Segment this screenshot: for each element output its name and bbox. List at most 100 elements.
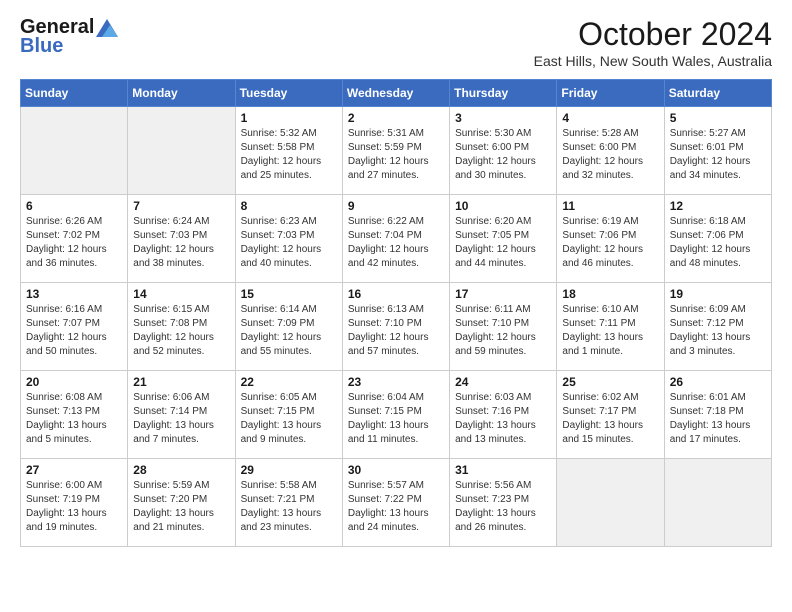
day-number: 1 xyxy=(241,111,337,125)
calendar-cell: 24 Sunrise: 6:03 AM Sunset: 7:16 PM Dayli… xyxy=(450,371,557,459)
day-info: Sunrise: 6:14 AM Sunset: 7:09 PM Dayligh… xyxy=(241,303,337,359)
day-number: 27 xyxy=(26,463,122,477)
calendar-cell: 9 Sunrise: 6:22 AM Sunset: 7:04 PM Daylig… xyxy=(342,195,449,283)
day-info: Sunrise: 6:03 AM Sunset: 7:16 PM Dayligh… xyxy=(455,391,551,447)
day-info: Sunrise: 6:11 AM Sunset: 7:10 PM Dayligh… xyxy=(455,303,551,359)
day-number: 29 xyxy=(241,463,337,477)
day-number: 31 xyxy=(455,463,551,477)
calendar-cell: 6 Sunrise: 6:26 AM Sunset: 7:02 PM Daylig… xyxy=(21,195,128,283)
calendar-cell: 21Sunrise: 6:06 AM Sunset: 7:14 PM Dayli… xyxy=(128,371,235,459)
day-number: 23 xyxy=(348,375,444,389)
day-number: 25 xyxy=(562,375,658,389)
calendar-cell: 13 Sunrise: 6:16 AM Sunset: 7:07 PM Dayli… xyxy=(21,283,128,371)
day-header-thursday: Thursday xyxy=(450,80,557,107)
day-number: 6 xyxy=(26,199,122,213)
day-number: 12 xyxy=(670,199,766,213)
day-number: 28 xyxy=(133,463,229,477)
day-info: Sunrise: 6:16 AM Sunset: 7:07 PM Dayligh… xyxy=(26,303,122,359)
calendar-cell: 2 Sunrise: 5:31 AM Sunset: 5:59 PM Daylig… xyxy=(342,107,449,195)
day-info: Sunrise: 6:05 AM Sunset: 7:15 PM Dayligh… xyxy=(241,391,337,447)
logo-icon xyxy=(96,19,118,37)
calendar-cell: 4 Sunrise: 5:28 AM Sunset: 6:00 PM Daylig… xyxy=(557,107,664,195)
month-title: October 2024 xyxy=(534,16,772,53)
day-info: Sunrise: 6:22 AM Sunset: 7:04 PM Dayligh… xyxy=(348,215,444,271)
calendar-cell xyxy=(21,107,128,195)
day-number: 22 xyxy=(241,375,337,389)
calendar-cell: 31Sunrise: 5:56 AM Sunset: 7:23 PM Dayli… xyxy=(450,459,557,547)
day-info: Sunrise: 5:30 AM Sunset: 6:00 PM Dayligh… xyxy=(455,127,551,183)
page-header: General Blue October 2024 East Hills, Ne… xyxy=(20,16,772,69)
calendar-cell: 7 Sunrise: 6:24 AM Sunset: 7:03 PM Daylig… xyxy=(128,195,235,283)
day-info: Sunrise: 5:59 AM Sunset: 7:20 PM Dayligh… xyxy=(133,479,229,535)
day-number: 9 xyxy=(348,199,444,213)
logo: General Blue xyxy=(20,16,118,58)
calendar-cell: 20 Sunrise: 6:08 AM Sunset: 7:13 PM Dayli… xyxy=(21,371,128,459)
day-header-friday: Friday xyxy=(557,80,664,107)
location-subtitle: East Hills, New South Wales, Australia xyxy=(534,53,772,69)
day-header-tuesday: Tuesday xyxy=(235,80,342,107)
day-number: 18 xyxy=(562,287,658,301)
day-info: Sunrise: 5:27 AM Sunset: 6:01 PM Dayligh… xyxy=(670,127,766,183)
calendar-cell: 30 Sunrise: 5:57 AM Sunset: 7:22 PM Dayli… xyxy=(342,459,449,547)
day-info: Sunrise: 6:18 AM Sunset: 7:06 PM Dayligh… xyxy=(670,215,766,271)
day-number: 11 xyxy=(562,199,658,213)
day-number: 26 xyxy=(670,375,766,389)
day-info: Sunrise: 5:57 AM Sunset: 7:22 PM Dayligh… xyxy=(348,479,444,535)
day-info: Sunrise: 5:31 AM Sunset: 5:59 PM Dayligh… xyxy=(348,127,444,183)
calendar-cell: 18 Sunrise: 6:10 AM Sunset: 7:11 PM Dayli… xyxy=(557,283,664,371)
day-header-wednesday: Wednesday xyxy=(342,80,449,107)
day-info: Sunrise: 6:09 AM Sunset: 7:12 PM Dayligh… xyxy=(670,303,766,359)
day-info: Sunrise: 6:24 AM Sunset: 7:03 PM Dayligh… xyxy=(133,215,229,271)
calendar-cell: 17Sunrise: 6:11 AM Sunset: 7:10 PM Dayli… xyxy=(450,283,557,371)
day-number: 30 xyxy=(348,463,444,477)
day-number: 13 xyxy=(26,287,122,301)
calendar-cell: 8Sunrise: 6:23 AM Sunset: 7:03 PM Daylig… xyxy=(235,195,342,283)
day-info: Sunrise: 6:10 AM Sunset: 7:11 PM Dayligh… xyxy=(562,303,658,359)
calendar-cell: 26Sunrise: 6:01 AM Sunset: 7:18 PM Dayli… xyxy=(664,371,771,459)
day-number: 4 xyxy=(562,111,658,125)
day-header-monday: Monday xyxy=(128,80,235,107)
calendar-cell: 11Sunrise: 6:19 AM Sunset: 7:06 PM Dayli… xyxy=(557,195,664,283)
calendar-cell: 12 Sunrise: 6:18 AM Sunset: 7:06 PM Dayli… xyxy=(664,195,771,283)
calendar-cell: 22 Sunrise: 6:05 AM Sunset: 7:15 PM Dayli… xyxy=(235,371,342,459)
day-number: 24 xyxy=(455,375,551,389)
calendar-cell: 28 Sunrise: 5:59 AM Sunset: 7:20 PM Dayli… xyxy=(128,459,235,547)
day-info: Sunrise: 6:20 AM Sunset: 7:05 PM Dayligh… xyxy=(455,215,551,271)
calendar-header-row: SundayMondayTuesdayWednesdayThursdayFrid… xyxy=(21,80,772,107)
day-number: 21 xyxy=(133,375,229,389)
calendar-table: SundayMondayTuesdayWednesdayThursdayFrid… xyxy=(20,79,772,547)
calendar-cell xyxy=(664,459,771,547)
day-info: Sunrise: 6:02 AM Sunset: 7:17 PM Dayligh… xyxy=(562,391,658,447)
calendar-cell: 19 Sunrise: 6:09 AM Sunset: 7:12 PM Dayli… xyxy=(664,283,771,371)
calendar-cell xyxy=(557,459,664,547)
day-number: 19 xyxy=(670,287,766,301)
week-row-1: 1 Sunrise: 5:32 AM Sunset: 5:58 PM Daylig… xyxy=(21,107,772,195)
week-row-3: 13 Sunrise: 6:16 AM Sunset: 7:07 PM Dayli… xyxy=(21,283,772,371)
calendar-cell: 25 Sunrise: 6:02 AM Sunset: 7:17 PM Dayli… xyxy=(557,371,664,459)
calendar-cell: 3Sunrise: 5:30 AM Sunset: 6:00 PM Daylig… xyxy=(450,107,557,195)
day-info: Sunrise: 6:26 AM Sunset: 7:02 PM Dayligh… xyxy=(26,215,122,271)
day-info: Sunrise: 5:58 AM Sunset: 7:21 PM Dayligh… xyxy=(241,479,337,535)
day-number: 5 xyxy=(670,111,766,125)
week-row-2: 6 Sunrise: 6:26 AM Sunset: 7:02 PM Daylig… xyxy=(21,195,772,283)
day-number: 14 xyxy=(133,287,229,301)
day-number: 20 xyxy=(26,375,122,389)
calendar-cell: 23Sunrise: 6:04 AM Sunset: 7:15 PM Dayli… xyxy=(342,371,449,459)
calendar-cell: 14 Sunrise: 6:15 AM Sunset: 7:08 PM Dayli… xyxy=(128,283,235,371)
day-info: Sunrise: 5:32 AM Sunset: 5:58 PM Dayligh… xyxy=(241,127,337,183)
day-header-saturday: Saturday xyxy=(664,80,771,107)
calendar-cell: 1 Sunrise: 5:32 AM Sunset: 5:58 PM Daylig… xyxy=(235,107,342,195)
calendar-cell: 5 Sunrise: 5:27 AM Sunset: 6:01 PM Daylig… xyxy=(664,107,771,195)
day-number: 2 xyxy=(348,111,444,125)
day-info: Sunrise: 5:28 AM Sunset: 6:00 PM Dayligh… xyxy=(562,127,658,183)
day-number: 15 xyxy=(241,287,337,301)
calendar-cell xyxy=(128,107,235,195)
day-number: 7 xyxy=(133,199,229,213)
day-info: Sunrise: 6:08 AM Sunset: 7:13 PM Dayligh… xyxy=(26,391,122,447)
day-header-sunday: Sunday xyxy=(21,80,128,107)
day-info: Sunrise: 6:23 AM Sunset: 7:03 PM Dayligh… xyxy=(241,215,337,271)
day-number: 16 xyxy=(348,287,444,301)
day-info: Sunrise: 6:15 AM Sunset: 7:08 PM Dayligh… xyxy=(133,303,229,359)
calendar-cell: 27 Sunrise: 6:00 AM Sunset: 7:19 PM Dayli… xyxy=(21,459,128,547)
day-info: Sunrise: 6:00 AM Sunset: 7:19 PM Dayligh… xyxy=(26,479,122,535)
